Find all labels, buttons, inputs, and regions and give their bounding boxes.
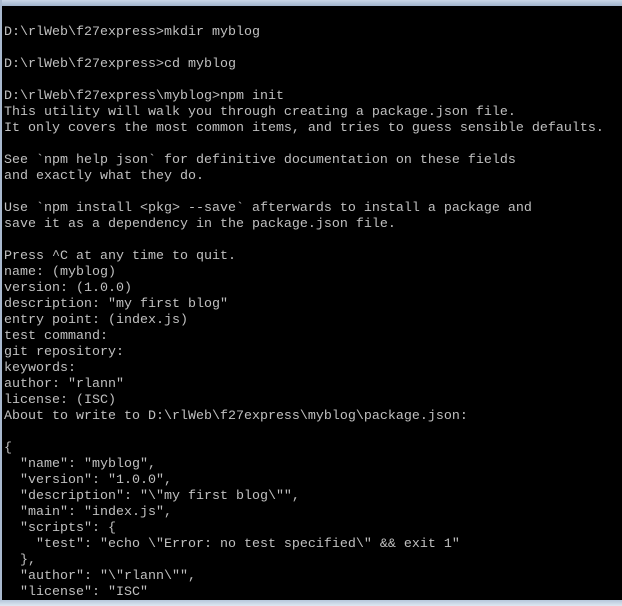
window-frame-top	[0, 0, 622, 6]
console-line: "main": "index.js",	[4, 505, 172, 520]
console-line: {	[4, 441, 12, 456]
console-line: "version": "1.0.0",	[4, 473, 172, 488]
console-line: and exactly what they do.	[4, 169, 204, 184]
window-frame-bottom	[0, 600, 622, 606]
console-line: version: (1.0.0)	[4, 281, 132, 296]
console-output[interactable]: D:\rlWeb\f27express>mkdir myblog D:\rlWeb…	[4, 25, 622, 600]
console-line: D:\rlWeb\f27express>cd myblog	[4, 57, 236, 72]
console-line: author: "rlann"	[4, 377, 124, 392]
console-line: Use `npm install <pkg> --save` afterward…	[4, 201, 532, 216]
console-line: save it as a dependency in the package.j…	[4, 217, 396, 232]
console-line: keywords:	[4, 361, 76, 376]
console-line: entry point: (index.js)	[4, 313, 188, 328]
console-line: git repository:	[4, 345, 124, 360]
window-frame-left	[0, 0, 2, 606]
console-line: "name": "myblog",	[4, 457, 156, 472]
console-line: Press ^C at any time to quit.	[4, 249, 236, 264]
console-line: },	[4, 553, 36, 568]
console-line: "license": "ISC"	[4, 585, 148, 600]
console-line: D:\rlWeb\f27express\myblog>npm init	[4, 89, 284, 104]
console-line: "test": "echo \"Error: no test specified…	[4, 537, 460, 552]
console-line: About to write to D:\rlWeb\f27express\my…	[4, 409, 468, 424]
console-line: "author": "\"rlann\"",	[4, 569, 196, 584]
console-line: D:\rlWeb\f27express>mkdir myblog	[4, 25, 260, 40]
console-line: name: (myblog)	[4, 265, 116, 280]
console-line: "description": "\"my first blog\"",	[4, 489, 300, 504]
console-line: See `npm help json` for definitive docum…	[4, 153, 516, 168]
console-line: "scripts": {	[4, 521, 116, 536]
console-line: license: (ISC)	[4, 393, 116, 408]
console-line: description: "my first blog"	[4, 297, 228, 312]
console-line: test command:	[4, 329, 108, 344]
console-line: It only covers the most common items, an…	[4, 121, 604, 136]
console-line: This utility will walk you through creat…	[4, 105, 516, 120]
